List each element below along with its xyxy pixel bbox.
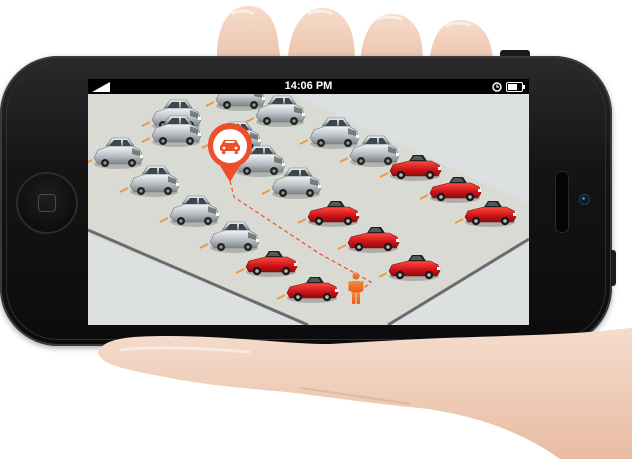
hand-palm [98,328,632,459]
